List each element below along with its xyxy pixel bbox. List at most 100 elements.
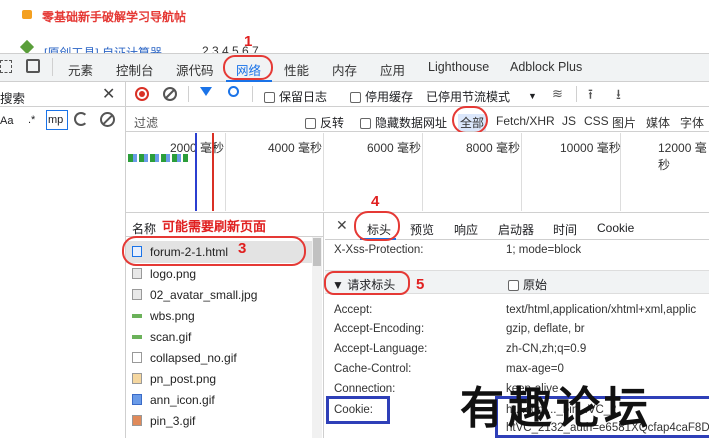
tick-4000: 4000 毫秒	[268, 141, 323, 155]
x-xss-value: 1; mode=block	[506, 244, 582, 256]
page-link-icon	[19, 39, 35, 55]
file-name: scan.gif	[150, 330, 192, 344]
match-case-option[interactable]: Aa	[0, 115, 13, 127]
hide-data-urls-checkbox[interactable]: 隐藏数据网址	[360, 114, 447, 131]
filter-icon[interactable]	[200, 87, 212, 96]
close-search-icon[interactable]: ✕	[102, 84, 115, 104]
invert-label: 反转	[320, 116, 345, 130]
list-header-name[interactable]: 名称	[132, 220, 156, 237]
header-key: Accept-Encoding:	[334, 323, 425, 335]
image-icon	[132, 373, 142, 384]
header-value: gzip, deflate, br	[506, 323, 585, 335]
list-item[interactable]: collapsed_no.gif	[132, 348, 237, 369]
tab-performance[interactable]: 性能	[284, 60, 309, 79]
throttle-select[interactable]: 已停用节流模式	[426, 88, 510, 105]
tab-sources[interactable]: 源代码	[176, 60, 214, 79]
annotation-5: 5	[416, 276, 425, 293]
tick-10000: 10000 毫秒	[560, 141, 621, 155]
scrollbar-thumb[interactable]	[313, 238, 321, 266]
image-icon	[132, 352, 142, 363]
detail-tab-preview[interactable]: 预览	[410, 221, 434, 238]
tab-memory[interactable]: 内存	[332, 60, 357, 79]
filter-css[interactable]: CSS	[584, 114, 609, 128]
bookmark-title[interactable]: 零基础新手破解学习导航帖	[42, 8, 186, 25]
inspect-icon[interactable]	[0, 60, 12, 73]
detail-tab-timing[interactable]: 时间	[553, 221, 577, 238]
file-name: pn_post.png	[150, 372, 217, 386]
refresh-search-icon[interactable]	[74, 112, 88, 126]
search-pane-title: 搜索	[0, 92, 26, 106]
tab-lighthouse[interactable]: Lighthouse	[428, 60, 489, 74]
tab-elements[interactable]: 元素	[68, 60, 93, 79]
file-name: logo.png	[150, 267, 197, 281]
close-detail-icon[interactable]: ✕	[336, 217, 348, 234]
tick-6000: 6000 毫秒	[367, 141, 422, 155]
wifi-icon[interactable]: ≋	[552, 86, 563, 102]
header-key: Accept:	[334, 304, 373, 316]
raw-label: 原始	[523, 278, 548, 292]
disable-cache-checkbox[interactable]: 停用缓存	[350, 88, 413, 105]
list-item[interactable]: scan.gif	[132, 327, 191, 348]
device-toolbar-icon[interactable]	[26, 59, 40, 73]
annotation-3: 3	[238, 240, 247, 257]
download-icon[interactable]: ⭳	[616, 84, 621, 108]
lock-icon	[22, 10, 32, 19]
detail-tab-cookie[interactable]: Cookie	[597, 221, 634, 235]
filter-fetch-xhr[interactable]: Fetch/XHR	[496, 114, 555, 128]
tick-12000: 12000 毫秒	[658, 141, 707, 172]
preserve-log-label: 保留日志	[279, 90, 328, 104]
scrollbar[interactable]	[312, 237, 322, 438]
list-item[interactable]: pn_post.png	[132, 369, 216, 390]
filter-input[interactable]: 过滤	[134, 114, 158, 131]
image-icon	[132, 415, 142, 426]
watermark-logo: 有趣论坛	[460, 383, 652, 434]
header-value: zh-CN,zh;q=0.9	[506, 343, 587, 355]
filter-img[interactable]: 图片	[612, 114, 636, 131]
filter-font[interactable]: 字体	[680, 114, 704, 131]
image-icon	[132, 314, 142, 318]
timeline-bars	[128, 154, 188, 162]
tab-adblock[interactable]: Adblock Plus	[510, 60, 582, 74]
list-item[interactable]: 02_avatar_small.jpg	[132, 285, 257, 306]
detail-tab-response[interactable]: 响应	[454, 221, 478, 238]
annotation-box-network	[223, 55, 273, 80]
preserve-log-checkbox[interactable]: 保留日志	[264, 88, 327, 105]
search-pane	[0, 82, 126, 438]
cookie-key-highlight	[326, 396, 390, 424]
annotation-1: 1	[244, 33, 253, 50]
list-item[interactable]: ann_icon.gif	[132, 390, 215, 411]
chevron-down-icon[interactable]: ▼	[528, 91, 537, 101]
list-item[interactable]: wbs.png	[132, 306, 195, 327]
tick-8000: 8000 毫秒	[466, 141, 521, 155]
image-icon	[132, 394, 142, 405]
header-key: Accept-Language:	[334, 343, 428, 355]
file-name: ann_icon.gif	[150, 393, 215, 407]
list-item[interactable]: logo.png	[132, 264, 196, 285]
dom-content-loaded-line	[195, 133, 197, 211]
file-name: wbs.png	[150, 309, 195, 323]
hide-data-urls-label: 隐藏数据网址	[375, 116, 448, 130]
header-key: Connection:	[334, 383, 396, 395]
detail-tab-initiator[interactable]: 启动器	[498, 221, 534, 238]
search-icon[interactable]	[228, 86, 239, 97]
raw-checkbox[interactable]: 原始	[508, 276, 547, 293]
annotation-4: 4	[371, 193, 380, 210]
file-name: 02_avatar_small.jpg	[150, 288, 258, 302]
regex-option[interactable]: .*	[28, 114, 35, 126]
upload-icon[interactable]: ⭱	[588, 84, 593, 108]
tab-application[interactable]: 应用	[380, 60, 405, 79]
invert-checkbox[interactable]: 反转	[305, 114, 344, 131]
file-name: collapsed_no.gif	[150, 351, 237, 365]
tab-console[interactable]: 控制台	[116, 60, 154, 79]
image-icon	[132, 335, 142, 339]
disable-cache-label: 停用缓存	[365, 90, 414, 104]
filter-media[interactable]: 媒体	[646, 114, 670, 131]
list-item[interactable]: pin_3.gif	[132, 411, 195, 432]
image-icon	[132, 268, 142, 279]
tab-network-underline	[226, 80, 272, 82]
annotation-box-file	[122, 236, 306, 266]
x-xss-key: X-Xss-Protection:	[334, 244, 424, 256]
search-input[interactable]: mp	[46, 110, 68, 130]
annotation-box-headers	[354, 211, 400, 241]
filter-js[interactable]: JS	[562, 114, 576, 128]
